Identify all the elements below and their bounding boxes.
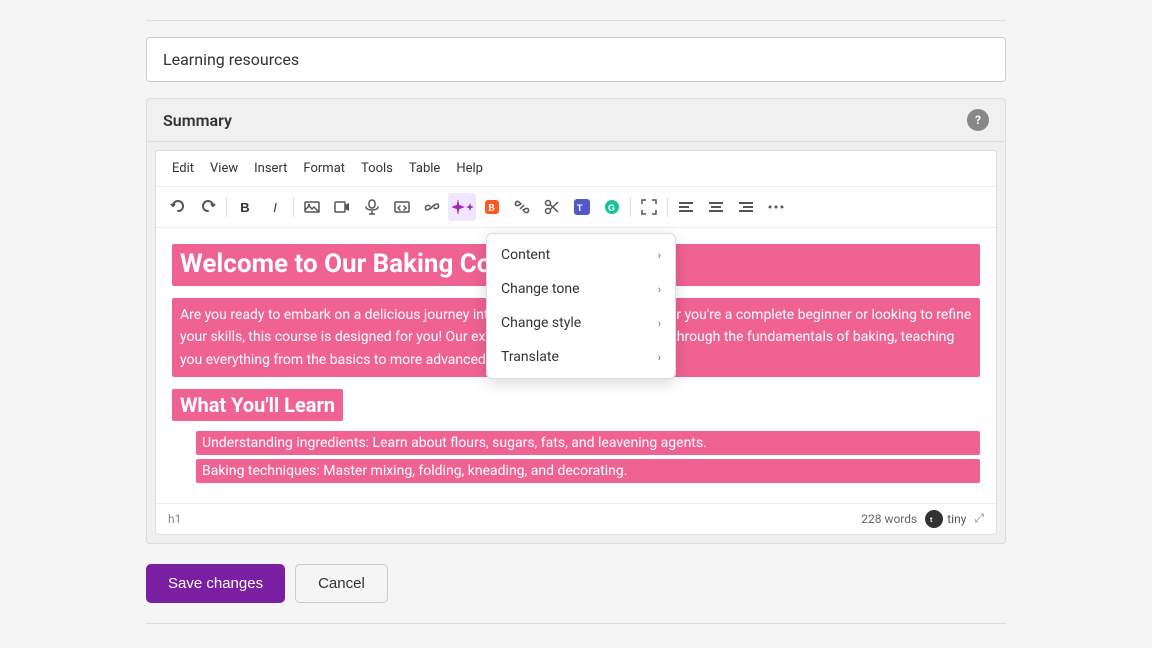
save-button[interactable]: Save changes — [146, 564, 285, 603]
link-button[interactable] — [418, 193, 446, 221]
mic-button[interactable] — [358, 193, 386, 221]
word-count: 228 words — [861, 512, 917, 526]
status-right: 228 words t tiny ⤢ — [861, 510, 984, 528]
menu-view[interactable]: View — [202, 157, 246, 180]
align-right-button[interactable] — [732, 193, 760, 221]
edit-button[interactable] — [538, 193, 566, 221]
hyperlink-button[interactable] — [508, 193, 536, 221]
list-item: Baking techniques: Master mixing, foldin… — [196, 459, 980, 483]
svg-text:T: T — [577, 203, 583, 213]
content-list: Understanding ingredients: Learn about f… — [172, 431, 980, 483]
expand-icon[interactable]: ⤢ — [974, 511, 984, 526]
ai-button[interactable] — [448, 193, 476, 221]
toolbar-divider-1 — [226, 197, 227, 217]
dropdown-change-style-item[interactable]: Change style › — [487, 306, 675, 340]
image-button[interactable] — [298, 193, 326, 221]
more-options-button[interactable] — [762, 193, 790, 221]
editor-container: Edit View Insert Format Tools Table Help… — [155, 150, 997, 535]
menu-format[interactable]: Format — [295, 157, 353, 180]
toolbar: B I — [156, 187, 996, 228]
fullscreen-button[interactable] — [635, 193, 663, 221]
action-bar: Save changes Cancel — [146, 564, 1006, 603]
svg-text:B: B — [488, 203, 495, 214]
menu-tools[interactable]: Tools — [353, 157, 401, 180]
ai-dropdown-menu: Content › Change tone › Change style › T… — [486, 233, 676, 379]
help-icon[interactable]: ? — [967, 109, 989, 131]
change-style-label: Change style — [501, 315, 581, 331]
content-chevron-icon: › — [658, 249, 661, 262]
content-subheading: What You'll Learn — [172, 389, 343, 421]
tiny-icon: t — [925, 510, 943, 528]
toolbar-divider-3 — [630, 197, 631, 217]
toolbar-divider-4 — [667, 197, 668, 217]
bold-button[interactable]: B — [231, 193, 259, 221]
menu-insert[interactable]: Insert — [246, 157, 295, 180]
change-tone-label: Change tone — [501, 281, 580, 297]
align-center-button[interactable] — [702, 193, 730, 221]
svg-text:G: G — [608, 203, 615, 213]
top-divider — [146, 20, 1006, 21]
page-title: Learning resources — [163, 50, 299, 69]
align-left-button[interactable] — [672, 193, 700, 221]
summary-header: Summary ? — [147, 99, 1005, 142]
bottom-divider — [146, 623, 1006, 624]
editor-statusbar: h1 228 words t tiny ⤢ — [156, 503, 996, 534]
dropdown-content-label: Content — [501, 247, 550, 263]
title-input-wrapper: Learning resources — [146, 37, 1006, 82]
menu-table[interactable]: Table — [401, 157, 448, 180]
dropdown-change-tone-item[interactable]: Change tone › — [487, 272, 675, 306]
menu-help[interactable]: Help — [448, 157, 491, 180]
translate-label: Translate — [501, 349, 559, 365]
redo-button[interactable] — [194, 193, 222, 221]
toolbar-divider-2 — [293, 197, 294, 217]
menu-edit[interactable]: Edit — [164, 157, 202, 180]
summary-title: Summary — [163, 111, 232, 130]
embed-button[interactable] — [388, 193, 416, 221]
teams-button[interactable]: T — [568, 193, 596, 221]
menu-bar: Edit View Insert Format Tools Table Help — [156, 151, 996, 187]
dropdown-translate-item[interactable]: Translate › — [487, 340, 675, 374]
italic-button[interactable]: I — [261, 193, 289, 221]
dropdown-content-item[interactable]: Content › — [487, 238, 675, 272]
change-tone-chevron-icon: › — [658, 283, 661, 296]
status-tag: h1 — [168, 512, 181, 526]
undo-button[interactable] — [164, 193, 192, 221]
translate-chevron-icon: › — [658, 351, 661, 364]
tiny-logo: t tiny — [925, 510, 966, 528]
video-button[interactable] — [328, 193, 356, 221]
list-item: Understanding ingredients: Learn about f… — [196, 431, 980, 455]
grammarly-button[interactable]: G — [598, 193, 626, 221]
cancel-button[interactable]: Cancel — [295, 564, 388, 603]
blogger-button[interactable]: B — [478, 193, 506, 221]
change-style-chevron-icon: › — [658, 317, 661, 330]
summary-card: Summary ? Edit View Insert Format Tools … — [146, 98, 1006, 544]
